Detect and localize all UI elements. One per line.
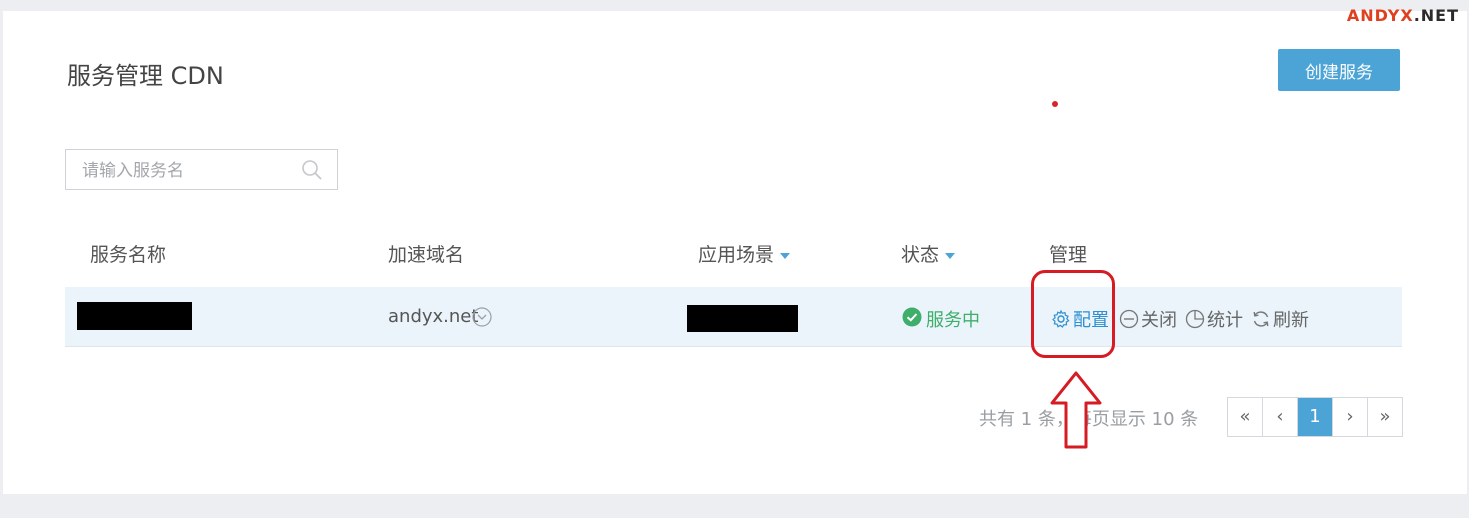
annotation-up-arrow [1050, 371, 1102, 449]
column-header-scenario-label: 应用场景 [698, 244, 775, 266]
column-header-status[interactable]: 状态 [901, 240, 956, 267]
page-title: 服务管理 CDN [67, 62, 224, 90]
search-input[interactable] [80, 158, 294, 184]
create-service-button[interactable]: 创建服务 [1278, 49, 1400, 91]
minus-circle-icon [1119, 309, 1139, 329]
column-header-domain: 加速域名 [388, 244, 465, 266]
annotation-dot [1052, 101, 1058, 107]
expand-chevron-icon[interactable] [472, 307, 492, 327]
redacted-scenario [687, 305, 798, 332]
column-header-scenario[interactable]: 应用场景 [698, 240, 791, 267]
page-1-button[interactable]: 1 [1298, 398, 1333, 436]
refresh-button[interactable]: 刷新 [1251, 306, 1309, 332]
pie-chart-icon [1185, 309, 1205, 329]
filter-caret-icon[interactable] [945, 252, 956, 259]
refresh-icon [1253, 311, 1269, 327]
close-service-button[interactable]: 关闭 [1119, 306, 1177, 332]
column-header-status-label: 状态 [901, 244, 940, 266]
column-header-service-name: 服务名称 [90, 244, 167, 266]
statistics-label: 统计 [1207, 310, 1243, 331]
search-box[interactable] [65, 149, 338, 190]
annotation-highlight-box [1031, 270, 1115, 358]
check-circle-icon [902, 307, 922, 327]
last-page-button[interactable]: » [1368, 398, 1402, 436]
statistics-button[interactable]: 统计 [1185, 306, 1243, 332]
sort-caret-icon[interactable] [780, 252, 791, 259]
prev-page-button[interactable]: ‹ [1263, 398, 1298, 436]
refresh-label: 刷新 [1273, 310, 1309, 331]
first-page-button[interactable]: « [1228, 398, 1263, 436]
column-header-manage: 管理 [1049, 244, 1088, 266]
watermark-logo: ANDYX.NET [1346, 6, 1459, 25]
close-label: 关闭 [1141, 310, 1177, 331]
redacted-service-name [77, 302, 192, 330]
search-icon[interactable] [300, 158, 324, 182]
next-page-button[interactable]: › [1333, 398, 1368, 436]
status-text: 服务中 [926, 310, 980, 331]
domain-text: andyx.net [388, 306, 479, 327]
pagination: « ‹ 1 › » [1227, 397, 1403, 437]
